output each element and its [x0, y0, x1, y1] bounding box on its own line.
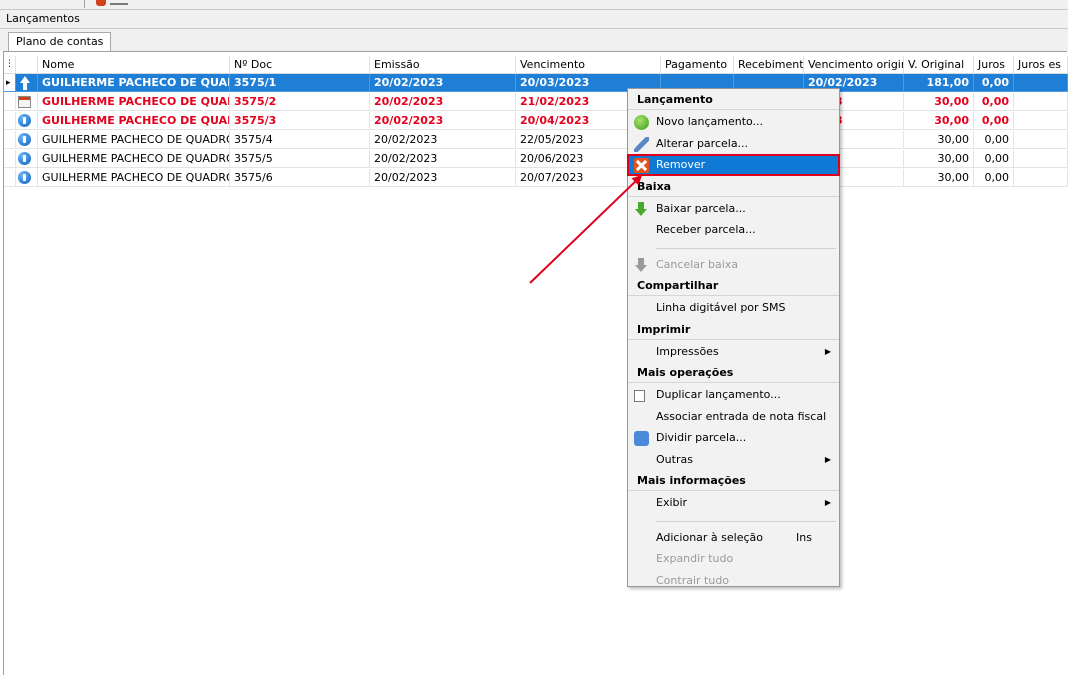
annotation-arrow	[529, 174, 643, 284]
red-arrow	[529, 174, 643, 284]
